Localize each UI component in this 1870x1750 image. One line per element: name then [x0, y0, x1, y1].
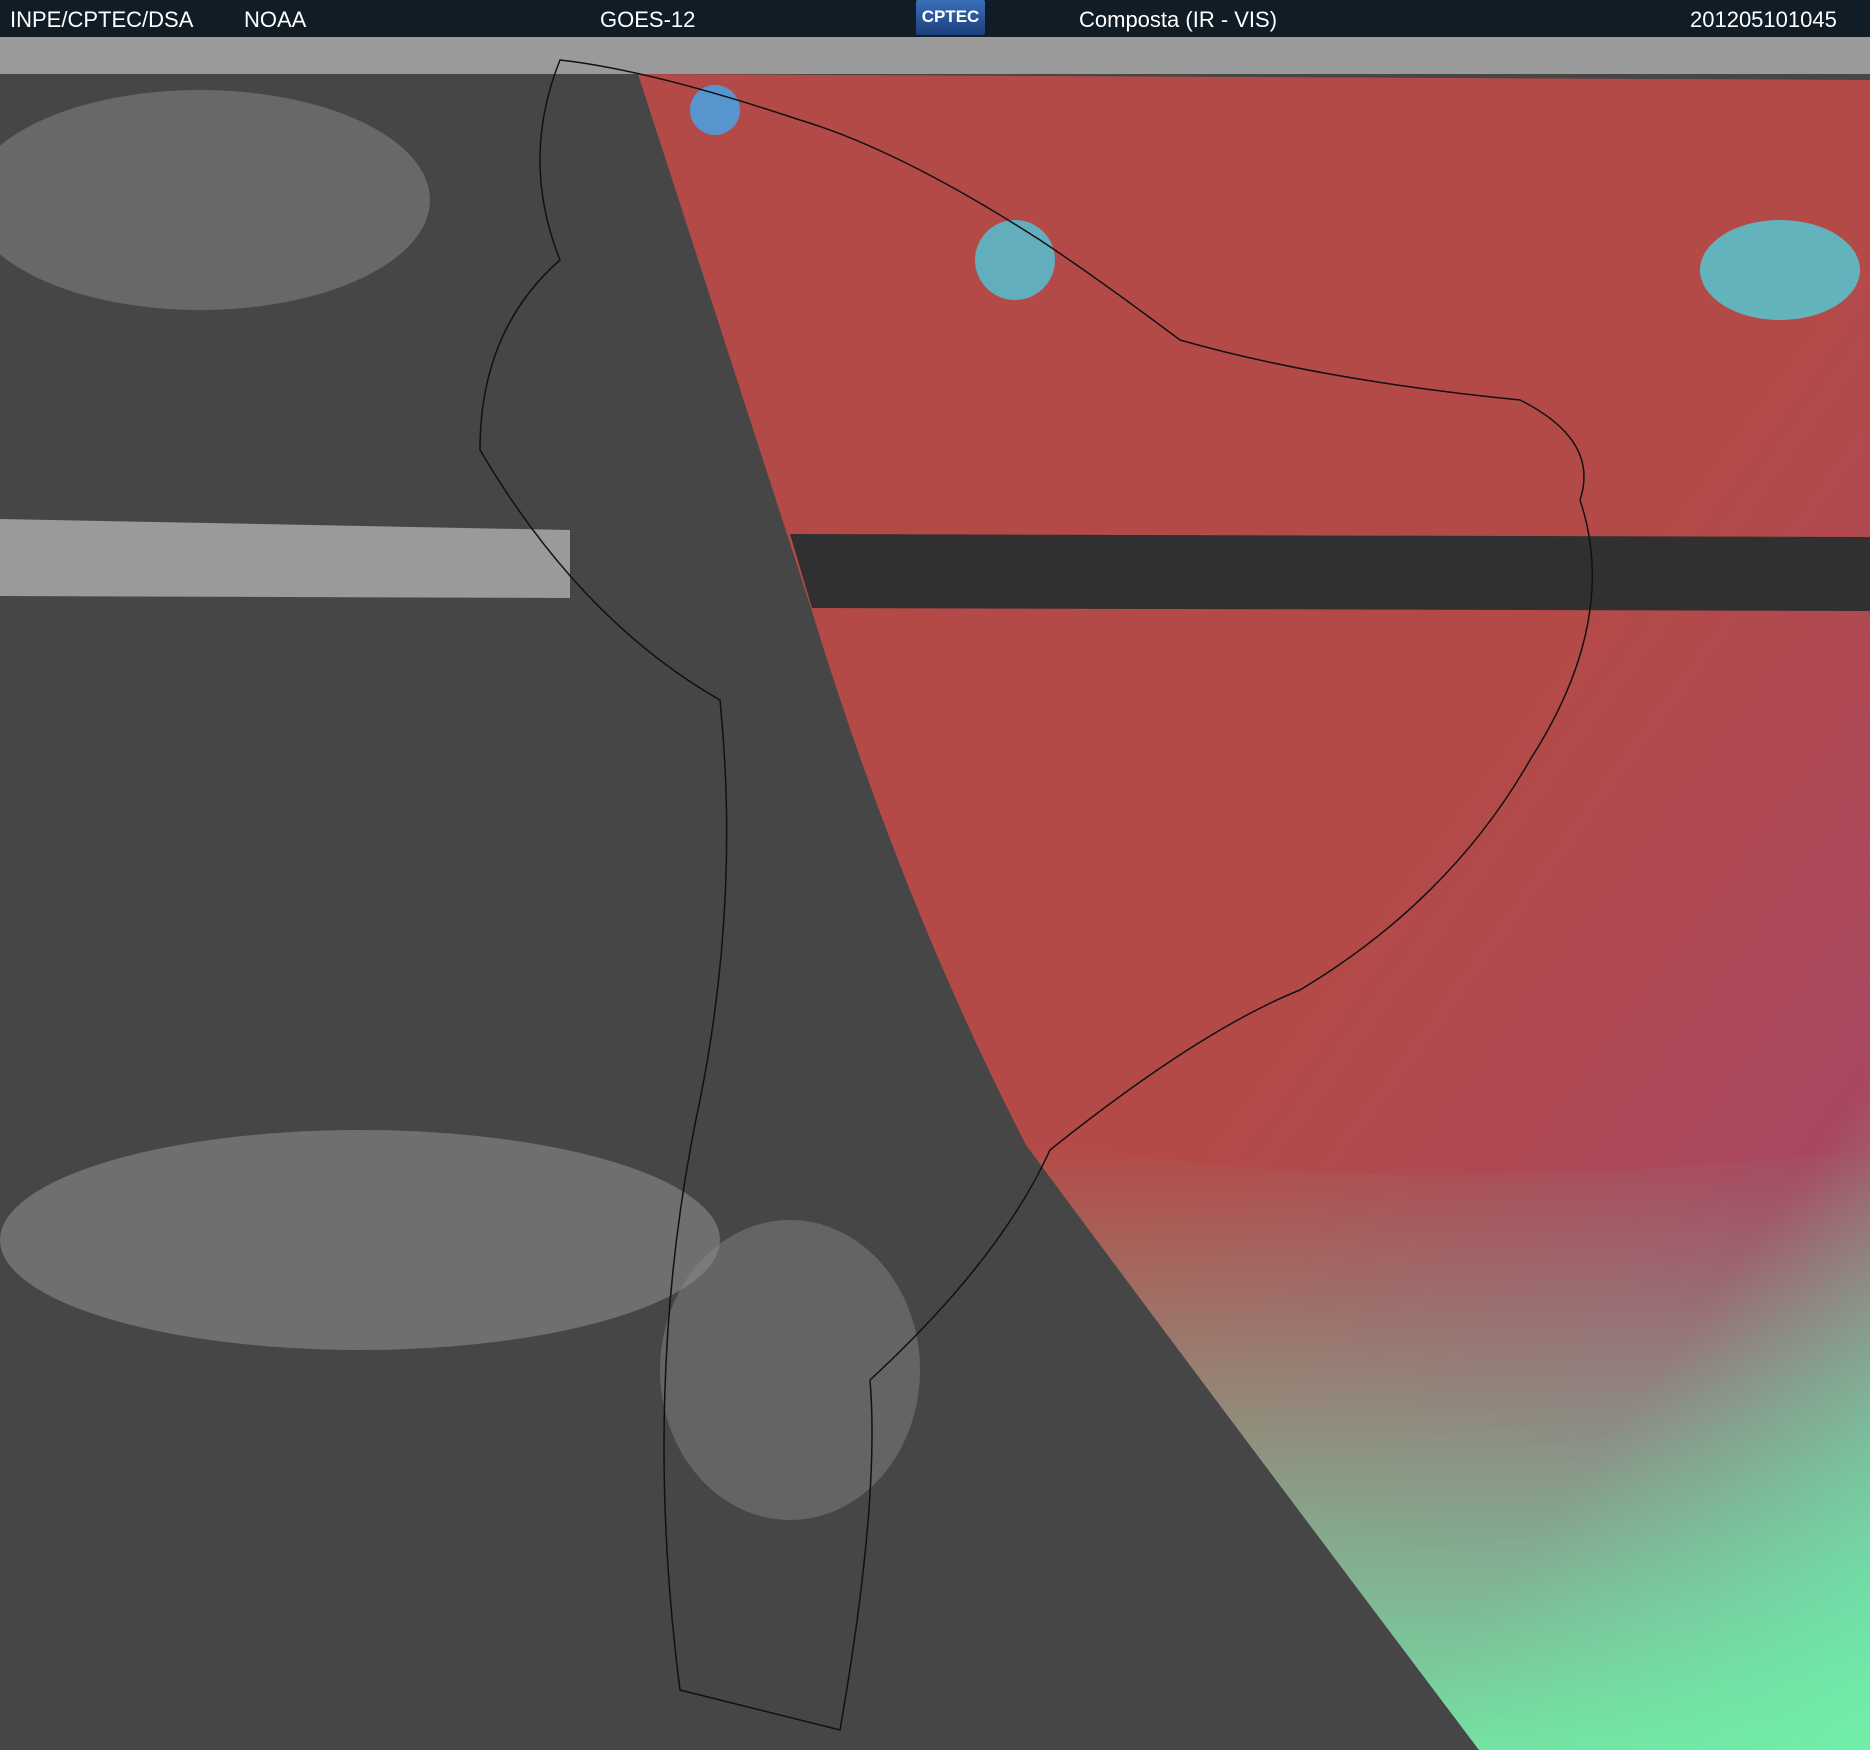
header-bar: INPE/CPTEC/DSA NOAA GOES-12 CPTEC Compos…	[0, 0, 1870, 37]
agency-label: NOAA	[244, 7, 307, 32]
satellite-label: GOES-12	[600, 7, 696, 32]
missing-strip-left	[0, 519, 570, 598]
satellite-image	[0, 37, 1870, 1750]
cloud-band-south	[0, 1130, 720, 1350]
cyan-cloud	[975, 220, 1055, 300]
org-label: INPE/CPTEC/DSA	[10, 7, 194, 32]
cptec-logo: CPTEC	[916, 0, 985, 35]
dark-band	[790, 534, 1870, 611]
timestamp-label: 201205101045	[1690, 7, 1837, 32]
product-label: Composta (IR - VIS)	[1079, 7, 1278, 32]
cyan-cloud	[690, 85, 740, 135]
missing-strip-top	[0, 37, 1870, 74]
cyan-cloud	[1700, 220, 1860, 320]
